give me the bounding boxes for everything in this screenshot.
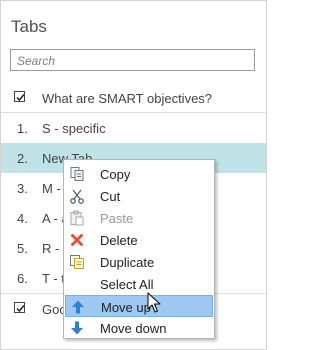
- checkmark-icon: [16, 94, 25, 102]
- tab-number: 3.: [17, 181, 28, 196]
- heading-checkbox[interactable]: [14, 91, 25, 102]
- menu-item-cut[interactable]: Cut: [65, 185, 213, 207]
- tab-label: M -: [42, 181, 61, 196]
- mouse-cursor-icon: [147, 292, 161, 314]
- arrow-up-icon: [70, 299, 86, 315]
- tab-number: 6.: [17, 271, 28, 286]
- tab-number: 4.: [17, 211, 28, 226]
- menu-item-move-down[interactable]: Move down: [65, 317, 213, 339]
- menu-item-label: Duplicate: [100, 255, 155, 270]
- menu-item-paste[interactable]: Paste: [65, 207, 213, 229]
- menu-item-delete[interactable]: Delete: [65, 229, 213, 251]
- menu-item-duplicate[interactable]: Duplicate: [65, 251, 213, 273]
- tab-number: 2.: [17, 151, 28, 166]
- menu-item-select-all[interactable]: Select All: [65, 273, 213, 295]
- context-menu: Copy Cut Paste Delete Duplicate Select A…: [63, 159, 215, 339]
- copy-icon: [69, 166, 85, 182]
- menu-item-label: Copy: [100, 167, 131, 182]
- tab-number: 1.: [17, 121, 28, 136]
- tab-row-1[interactable]: 1. S - specific: [1, 113, 266, 143]
- menu-item-label: Cut: [100, 189, 121, 204]
- delete-x-icon: [69, 232, 85, 248]
- search-input[interactable]: Search: [10, 49, 255, 71]
- footer-checkbox[interactable]: [14, 302, 25, 313]
- tab-number: 5.: [17, 241, 28, 256]
- arrow-down-icon: [69, 320, 85, 336]
- heading-label: What are SMART objectives?: [42, 91, 213, 106]
- heading-item[interactable]: What are SMART objectives?: [1, 83, 266, 113]
- menu-item-label: Delete: [100, 233, 138, 248]
- menu-item-copy[interactable]: Copy: [65, 163, 213, 185]
- scissors-icon: [69, 188, 85, 204]
- duplicate-icon: [69, 254, 85, 270]
- menu-item-label: Select All: [100, 277, 154, 292]
- menu-item-label: Move down: [100, 321, 167, 336]
- paste-icon: [69, 210, 85, 226]
- tab-label: S - specific: [42, 121, 106, 136]
- menu-item-label: Move up: [101, 300, 151, 315]
- panel-title: Tabs: [11, 17, 47, 36]
- checkmark-icon: [16, 305, 25, 313]
- menu-item-label: Paste: [100, 211, 134, 226]
- tab-label: T - t: [42, 271, 65, 286]
- menu-item-move-up[interactable]: Move up: [65, 295, 213, 317]
